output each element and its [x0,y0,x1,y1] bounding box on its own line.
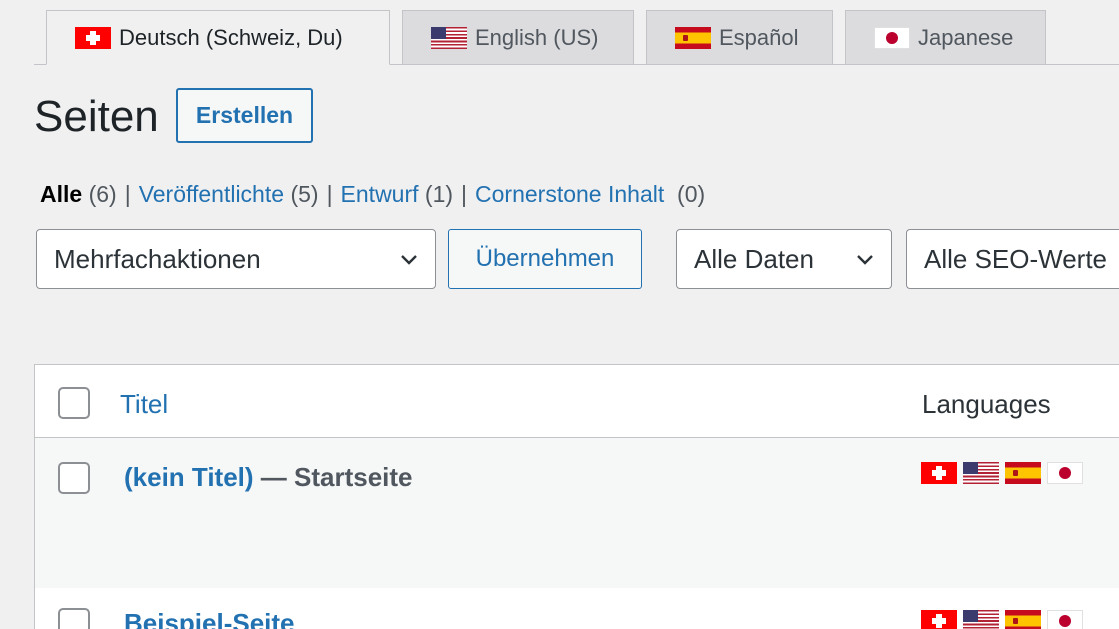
date-filter-select[interactable]: Alle Daten [676,229,892,289]
flag-us-icon[interactable] [963,610,999,629]
flag-ch-icon [75,26,111,49]
row-languages [921,462,1083,484]
filter-all-count: (6) [88,181,117,207]
seo-filter-value: Alle SEO-Werte [924,243,1108,274]
create-page-button[interactable]: Erstellen [176,88,313,143]
row-post-state: — Startseite [260,462,413,492]
tab-label: Español [719,24,799,50]
flag-ch-icon[interactable] [921,462,957,484]
flag-jp-icon[interactable] [1047,610,1083,629]
date-filter-value: Alle Daten [694,243,814,274]
column-languages-header: Languages [922,389,1051,419]
filter-cornerstone[interactable]: Cornerstone Inhalt [475,181,664,207]
row-title-link[interactable]: (kein Titel) [124,462,254,492]
tab-english-us[interactable]: English (US) [402,10,634,65]
bulk-actions-select[interactable]: Mehrfachaktionen [36,229,436,289]
filter-draft-count: (1) [424,181,454,207]
row-checkbox[interactable] [58,462,90,494]
row-title: Beispiel-Seite [124,608,295,629]
flag-jp-icon[interactable] [1047,462,1083,484]
tab-deutsch-schweiz[interactable]: Deutsch (Schweiz, Du) [46,10,390,65]
tab-japanese[interactable]: Japanese [845,10,1046,65]
filter-published-count: (5) [290,181,319,207]
flag-es-icon [675,26,711,49]
tab-label: Deutsch (Schweiz, Du) [119,24,343,50]
filter-separator: | [326,181,333,207]
table-header: Titel Languages [34,364,1119,438]
table-row: (kein Titel) — Startseite [34,438,1119,588]
flag-es-icon[interactable] [1005,462,1041,484]
row-title: (kein Titel) — Startseite [124,462,413,493]
flag-us-icon [431,26,467,49]
filter-separator: | [124,181,131,207]
flag-ch-icon[interactable] [921,610,957,629]
tab-espanol[interactable]: Español [646,10,833,65]
row-checkbox[interactable] [58,608,90,629]
filter-published[interactable]: Veröffentlichte [139,181,284,207]
row-title-link[interactable]: Beispiel-Seite [124,608,295,629]
chevron-down-icon [857,255,873,265]
filter-cornerstone-count: (0) [677,181,706,207]
select-all-checkbox[interactable] [58,387,90,419]
page-title: Seiten [34,92,159,141]
tab-label: Japanese [918,24,1014,50]
bulk-actions-value: Mehrfachaktionen [54,243,261,274]
filter-all[interactable]: Alle [40,181,82,207]
apply-button[interactable]: Übernehmen [448,229,642,289]
filter-separator: | [461,181,468,207]
flag-us-icon[interactable] [963,462,999,484]
row-languages [921,610,1083,629]
flag-es-icon[interactable] [1005,610,1041,629]
language-tabs: Deutsch (Schweiz, Du) English (US) Españ… [34,10,1119,65]
column-title-header[interactable]: Titel [120,389,168,420]
table-row: Beispiel-Seite [34,588,1119,629]
flag-jp-icon [874,26,910,49]
seo-filter-select[interactable]: Alle SEO-Werte [906,229,1119,289]
tab-label: English (US) [475,24,599,50]
status-filters: Alle (6) | Veröffentlichte (5) | Entwurf (1)… [40,181,705,208]
pages-table: Titel Languages (kein Titel) — Startseit… [34,364,1119,629]
filter-draft[interactable]: Entwurf [341,181,419,207]
chevron-down-icon [401,255,417,265]
